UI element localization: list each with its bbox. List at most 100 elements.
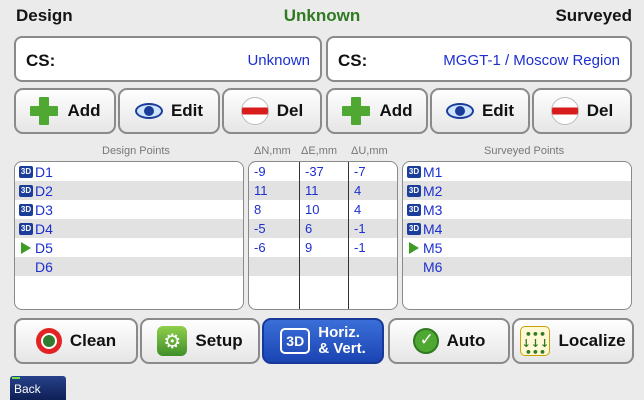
delta-row-background	[249, 257, 397, 276]
status-header: Unknown	[283, 6, 361, 25]
design-add-button[interactable]: Add	[14, 88, 116, 134]
deltas-table: -9 -37 -7 11 11 4 8 10 4 -5 6 -1 -6 9 -1	[248, 161, 398, 310]
design-point-name: D3	[35, 201, 53, 218]
arrow-right-icon	[409, 241, 419, 254]
design-point-name: D5	[35, 239, 53, 256]
design-point-row[interactable]: 3D D4	[15, 219, 243, 238]
delta-du-cell: 4	[354, 202, 362, 217]
delta-du-cell: -7	[354, 164, 366, 179]
design-points-caption: Design Points	[102, 145, 170, 157]
surveyed-del-button[interactable]: Del	[532, 88, 632, 134]
surveyed-add-button[interactable]: Add	[326, 88, 428, 134]
3d-badge-icon: 3D	[19, 165, 33, 178]
eye-icon	[445, 103, 474, 119]
surveyed-point-name: M1	[423, 163, 443, 180]
back-button[interactable]: Back	[10, 376, 66, 400]
localize-button[interactable]: ••• ↓↓↓ ••• Localize	[512, 318, 634, 364]
surveyed-point-name: M3	[423, 201, 443, 218]
delta-dn-cell: -5	[254, 221, 266, 236]
clean-button[interactable]: Clean	[14, 318, 138, 364]
delta-de-cell: 10	[305, 202, 320, 217]
horiz-vert-line1: Horiz.	[318, 324, 360, 341]
delta-du-cell: -1	[354, 221, 366, 236]
delta-de-cell: -37	[305, 164, 324, 179]
3d-badge-icon: 3D	[19, 184, 33, 197]
design-point-name: D1	[35, 163, 53, 180]
surveyed-point-row[interactable]: 3D M1	[403, 162, 631, 181]
3d-icon: 3D	[280, 328, 311, 354]
surveyed-point-name: M6	[423, 258, 443, 275]
surveyed-add-label: Add	[379, 101, 413, 120]
delta-de-cell: 11	[305, 183, 319, 198]
design-edit-button[interactable]: Edit	[118, 88, 220, 134]
design-cs-field[interactable]: CS: Unknown	[14, 36, 322, 82]
design-points-list[interactable]: 3D D1 3D D2 3D D3 3D D4 D5 D6	[14, 161, 244, 310]
surveyed-point-row[interactable]: M6	[403, 257, 631, 276]
localize-label: Localize	[558, 331, 626, 350]
minus-icon	[240, 97, 269, 125]
3d-badge-icon: 3D	[19, 203, 33, 216]
3d-badge-icon: 3D	[19, 222, 33, 235]
design-cs-label: CS:	[26, 51, 56, 70]
design-point-row[interactable]: 3D D2	[15, 181, 243, 200]
design-add-label: Add	[67, 101, 101, 120]
3d-badge-icon: 3D	[407, 184, 421, 197]
design-point-row[interactable]: D6	[15, 257, 243, 276]
delta-de-cell: 9	[305, 240, 313, 255]
de-caption: ΔE,mm	[301, 145, 338, 157]
auto-button[interactable]: Auto	[388, 318, 510, 364]
surveyed-cs-field[interactable]: CS: MGGT-1 / Moscow Region	[326, 36, 632, 82]
surveyed-point-row[interactable]: 3D M4	[403, 219, 631, 238]
delta-dn-cell: 8	[254, 202, 262, 217]
surveyed-points-caption: Surveyed Points	[484, 145, 565, 157]
design-del-button[interactable]: Del	[222, 88, 322, 134]
surveyed-del-label: Del	[586, 101, 614, 120]
surveyed-cs-value: MGGT-1 / Moscow Region	[443, 52, 620, 69]
design-del-label: Del	[276, 101, 304, 120]
plus-icon	[29, 96, 59, 126]
du-caption: ΔU,mm	[351, 145, 388, 157]
surveyed-edit-button[interactable]: Edit	[430, 88, 530, 134]
clean-icon	[35, 328, 62, 354]
gear-icon	[157, 326, 188, 356]
minus-icon	[550, 97, 579, 125]
delta-de-cell: 6	[305, 221, 313, 236]
design-point-name: D4	[35, 220, 53, 237]
horiz-vert-button[interactable]: 3D Horiz. & Vert.	[262, 318, 384, 364]
eye-icon	[134, 103, 163, 119]
check-icon	[412, 328, 439, 354]
plus-icon	[341, 96, 371, 126]
delta-dn-cell: -9	[254, 164, 266, 179]
arrow-right-icon	[21, 241, 31, 254]
delta-du-cell: 4	[354, 183, 362, 198]
delta-dn-cell: 11	[254, 183, 268, 198]
auto-label: Auto	[446, 331, 486, 350]
horiz-vert-label: Horiz. & Vert.	[318, 325, 366, 357]
design-point-name: D2	[35, 182, 53, 199]
3d-badge-icon: 3D	[407, 203, 421, 216]
3d-badge-icon: 3D	[407, 165, 421, 178]
dn-caption: ΔN,mm	[254, 145, 291, 157]
delta-dn-cell: -6	[254, 240, 266, 255]
setup-label: Setup	[195, 331, 243, 350]
surveyed-point-name: M5	[423, 239, 443, 256]
surveyed-point-row[interactable]: 3D M2	[403, 181, 631, 200]
surveyed-points-list[interactable]: 3D M1 3D M2 3D M3 3D M4 M5 M6	[402, 161, 632, 310]
design-point-row[interactable]: D5	[15, 238, 243, 257]
horiz-vert-line2: & Vert.	[318, 340, 366, 357]
surveyed-edit-label: Edit	[481, 101, 515, 120]
setup-button[interactable]: Setup	[140, 318, 260, 364]
design-point-row[interactable]: 3D D3	[15, 200, 243, 219]
surveyed-header: Surveyed	[555, 6, 632, 25]
surveyed-point-row[interactable]: M5	[403, 238, 631, 257]
design-point-name: D6	[35, 258, 53, 275]
localize-icon: ••• ↓↓↓ •••	[520, 326, 551, 359]
clean-label: Clean	[69, 331, 117, 350]
3d-badge-icon: 3D	[407, 222, 421, 235]
surveyed-cs-label: CS:	[338, 51, 368, 70]
design-point-row[interactable]: 3D D1	[15, 162, 243, 181]
surveyed-point-row[interactable]: 3D M3	[403, 200, 631, 219]
design-edit-label: Edit	[170, 101, 204, 120]
surveyed-point-name: M2	[423, 182, 443, 199]
delta-du-cell: -1	[354, 240, 366, 255]
